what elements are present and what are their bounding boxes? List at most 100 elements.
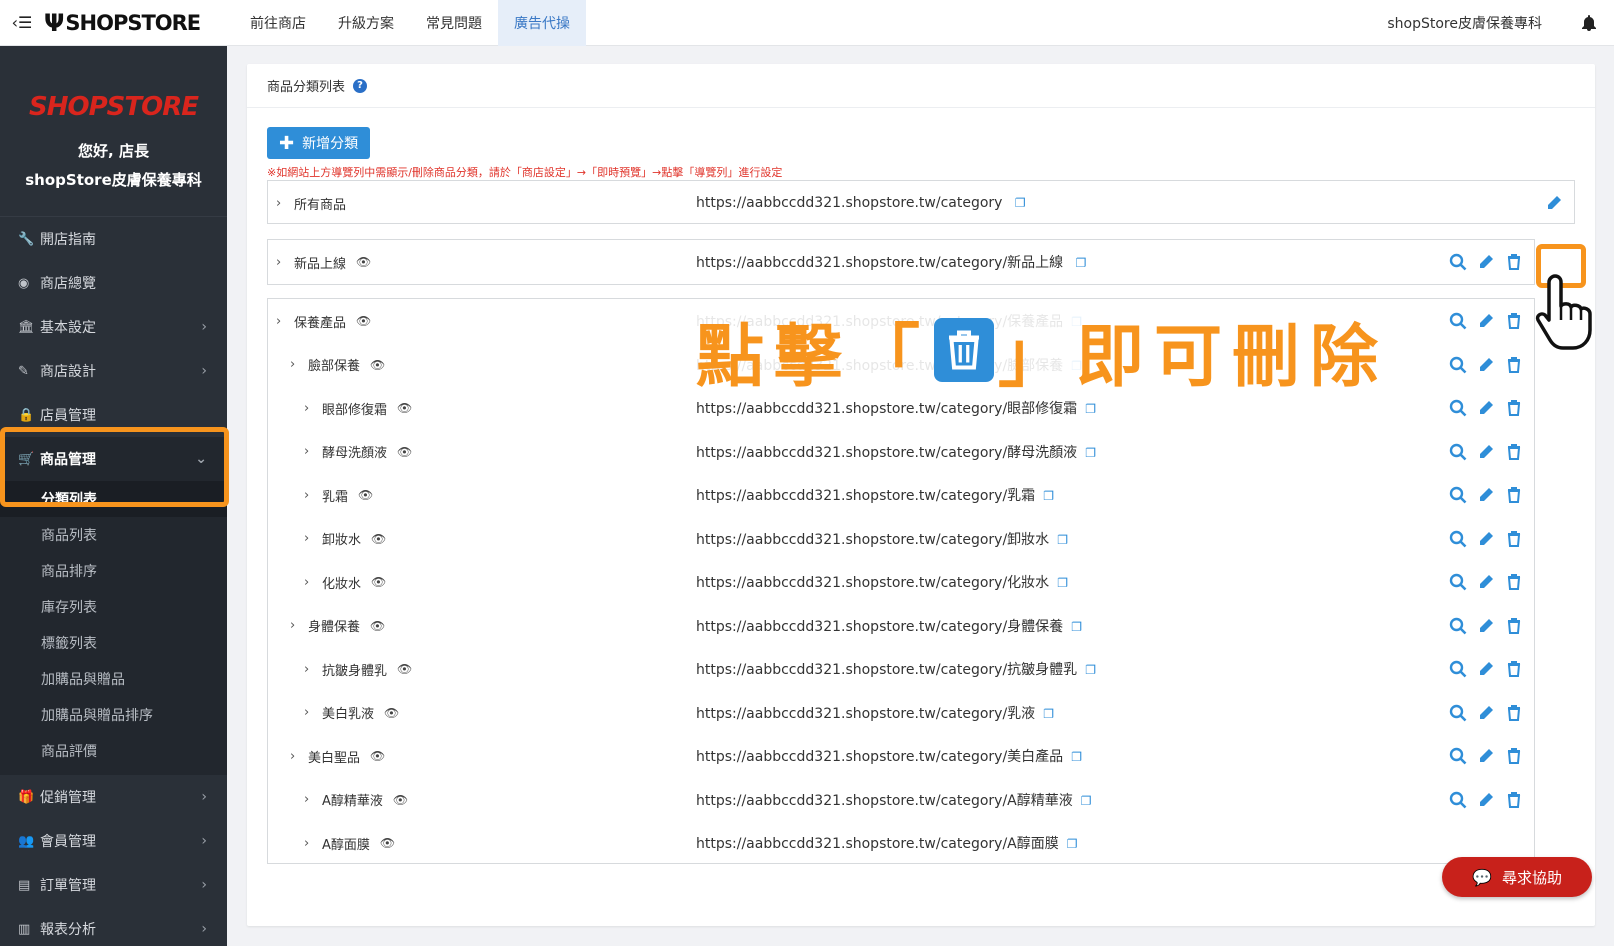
eye-icon[interactable]: 👁 bbox=[358, 488, 373, 502]
menu-toggle-icon[interactable]: ‹☰ bbox=[0, 0, 44, 46]
copy-icon[interactable]: ❐ bbox=[1085, 402, 1096, 416]
chevron-right-icon[interactable]: › bbox=[290, 357, 304, 372]
edit-icon[interactable] bbox=[1476, 355, 1496, 375]
copy-icon[interactable]: ❐ bbox=[1076, 256, 1087, 270]
chevron-right-icon[interactable]: › bbox=[304, 401, 318, 416]
question-icon[interactable]: ? bbox=[353, 78, 368, 93]
copy-icon[interactable]: ❐ bbox=[1043, 489, 1054, 503]
eye-icon[interactable]: 👁 bbox=[356, 314, 371, 328]
eye-icon[interactable]: 👁 bbox=[397, 445, 412, 459]
sidebar-item-staff[interactable]: 🔒 店員管理 bbox=[0, 393, 227, 437]
sidebar-item-basic-settings[interactable]: 🏛 基本設定 › bbox=[0, 305, 227, 349]
search-icon[interactable] bbox=[1448, 252, 1468, 272]
search-icon[interactable] bbox=[1448, 355, 1468, 375]
copy-icon[interactable]: ❐ bbox=[1081, 794, 1092, 808]
edit-icon[interactable] bbox=[1476, 398, 1496, 418]
eye-icon[interactable]: 👁 bbox=[370, 619, 385, 633]
eye-icon[interactable]: 👁 bbox=[397, 401, 412, 415]
category-row[interactable]: › A醇精華液 👁 https://aabbccdd321.shopstore.tw/… bbox=[268, 778, 1534, 822]
eye-icon[interactable]: 👁 bbox=[371, 532, 386, 546]
category-row[interactable]: › 新品上線 👁 https://aabbccdd321.shopstore.t… bbox=[268, 240, 1534, 284]
sidebar-item-reports[interactable]: ▥ 報表分析 › bbox=[0, 907, 227, 946]
sidebar-item-overview[interactable]: ◉ 商店總覽 bbox=[0, 261, 227, 305]
category-row[interactable]: › 化妝水 👁 https://aabbccdd321.shopstore.tw/ca… bbox=[268, 560, 1534, 604]
category-row[interactable]: › 美白乳液 👁 https://aabbccdd321.shopstore.tw/c… bbox=[268, 691, 1534, 735]
trash-icon[interactable] bbox=[1504, 442, 1524, 462]
edit-icon[interactable] bbox=[1476, 746, 1496, 766]
chevron-right-icon[interactable]: › bbox=[304, 531, 318, 546]
category-row[interactable]: › 酵母洗顏液 👁 https://aabbccdd321.shopstore.tw/… bbox=[268, 430, 1534, 474]
edit-icon[interactable] bbox=[1544, 193, 1564, 213]
trash-icon[interactable] bbox=[1504, 572, 1524, 592]
sub-item-tags[interactable]: 標籤列表 bbox=[0, 625, 227, 661]
copy-icon[interactable]: ❐ bbox=[1057, 533, 1068, 547]
copy-icon[interactable]: ❐ bbox=[1015, 196, 1026, 210]
trash-icon[interactable] bbox=[1504, 790, 1524, 810]
chevron-right-icon[interactable]: › bbox=[304, 575, 318, 590]
chevron-right-icon[interactable]: › bbox=[290, 749, 304, 764]
trash-icon[interactable] bbox=[1504, 311, 1524, 331]
search-icon[interactable] bbox=[1448, 398, 1468, 418]
eye-icon[interactable]: 👁 bbox=[370, 358, 385, 372]
nav-upgrade[interactable]: 升級方案 bbox=[322, 0, 410, 46]
add-category-button[interactable]: ✚ 新增分類 bbox=[267, 127, 371, 159]
category-row[interactable]: › 所有商品 https://aabbccdd321.shopstore.tw/… bbox=[268, 181, 1574, 225]
category-row[interactable]: › 美白聖品 👁 https://aabbccdd321.shopstore.tw/c… bbox=[268, 734, 1534, 778]
sidebar-item-orders[interactable]: ▤ 訂單管理 › bbox=[0, 863, 227, 907]
trash-icon[interactable] bbox=[1504, 355, 1524, 375]
copy-icon[interactable]: ❐ bbox=[1085, 446, 1096, 460]
edit-icon[interactable] bbox=[1476, 485, 1496, 505]
sidebar-item-guide[interactable]: 🔧 開店指南 bbox=[0, 217, 227, 261]
search-icon[interactable] bbox=[1448, 616, 1468, 636]
trash-icon[interactable] bbox=[1504, 703, 1524, 723]
sidebar-item-members[interactable]: 👥 會員管理 › bbox=[0, 819, 227, 863]
chevron-right-icon[interactable]: › bbox=[304, 792, 318, 807]
trash-icon[interactable] bbox=[1504, 616, 1524, 636]
help-button[interactable]: 💬 尋求協助 bbox=[1442, 857, 1592, 897]
eye-icon[interactable]: 👁 bbox=[371, 575, 386, 589]
nav-faq[interactable]: 常見問題 bbox=[410, 0, 498, 46]
sub-item-product-sort[interactable]: 商品排序 bbox=[0, 553, 227, 589]
copy-icon[interactable]: ❐ bbox=[1085, 663, 1096, 677]
sub-item-addons-sort[interactable]: 加購品與贈品排序 bbox=[0, 697, 227, 733]
category-row[interactable]: › 卸妝水 👁 https://aabbccdd321.shopstore.tw/ca… bbox=[268, 517, 1534, 561]
eye-icon[interactable]: 👁 bbox=[370, 749, 385, 763]
app-logo[interactable]: Ψ SHOPSTORE bbox=[44, 0, 222, 46]
edit-icon[interactable] bbox=[1476, 572, 1496, 592]
sub-item-reviews[interactable]: 商品評價 bbox=[0, 733, 227, 769]
chevron-right-icon[interactable]: › bbox=[304, 705, 318, 720]
edit-icon[interactable] bbox=[1476, 311, 1496, 331]
edit-icon[interactable] bbox=[1476, 529, 1496, 549]
search-icon[interactable] bbox=[1448, 659, 1468, 679]
chevron-right-icon[interactable]: › bbox=[304, 488, 318, 503]
search-icon[interactable] bbox=[1448, 529, 1468, 549]
edit-icon[interactable] bbox=[1476, 703, 1496, 723]
edit-icon[interactable] bbox=[1476, 252, 1496, 272]
copy-icon[interactable]: ❐ bbox=[1071, 620, 1082, 634]
eye-icon[interactable]: 👁 bbox=[397, 662, 412, 676]
chevron-right-icon[interactable]: › bbox=[304, 662, 318, 677]
search-icon[interactable] bbox=[1448, 746, 1468, 766]
edit-icon[interactable] bbox=[1476, 442, 1496, 462]
edit-icon[interactable] bbox=[1476, 659, 1496, 679]
category-row[interactable]: › A醇面膜 👁 https://aabbccdd321.shopstore.tw/c… bbox=[268, 821, 1534, 865]
search-icon[interactable] bbox=[1448, 790, 1468, 810]
sub-item-category-list[interactable]: 分類列表 bbox=[0, 481, 227, 517]
sub-item-addons[interactable]: 加購品與贈品 bbox=[0, 661, 227, 697]
category-row[interactable]: › 抗皺身體乳 👁 https://aabbccdd321.shopstore.tw/… bbox=[268, 647, 1534, 691]
eye-icon[interactable]: 👁 bbox=[356, 255, 371, 269]
chevron-right-icon[interactable]: › bbox=[276, 255, 290, 270]
store-name-link[interactable]: shopStore皮膚保養專科 bbox=[1365, 13, 1564, 33]
chevron-right-icon[interactable]: › bbox=[276, 314, 290, 329]
chevron-right-icon[interactable]: › bbox=[290, 618, 304, 633]
copy-icon[interactable]: ❐ bbox=[1043, 707, 1054, 721]
nav-ads[interactable]: 廣告代操 bbox=[498, 0, 586, 46]
nav-go-store[interactable]: 前往商店 bbox=[234, 0, 322, 46]
sub-item-inventory[interactable]: 庫存列表 bbox=[0, 589, 227, 625]
sidebar-item-products[interactable]: 🛒 商品管理 ⌄ bbox=[0, 437, 227, 481]
copy-icon[interactable]: ❐ bbox=[1071, 750, 1082, 764]
trash-icon[interactable] bbox=[1504, 398, 1524, 418]
trash-icon[interactable] bbox=[1504, 659, 1524, 679]
bell-icon[interactable] bbox=[1564, 14, 1614, 31]
sidebar-item-store-design[interactable]: ✎ 商店設計 › bbox=[0, 349, 227, 393]
